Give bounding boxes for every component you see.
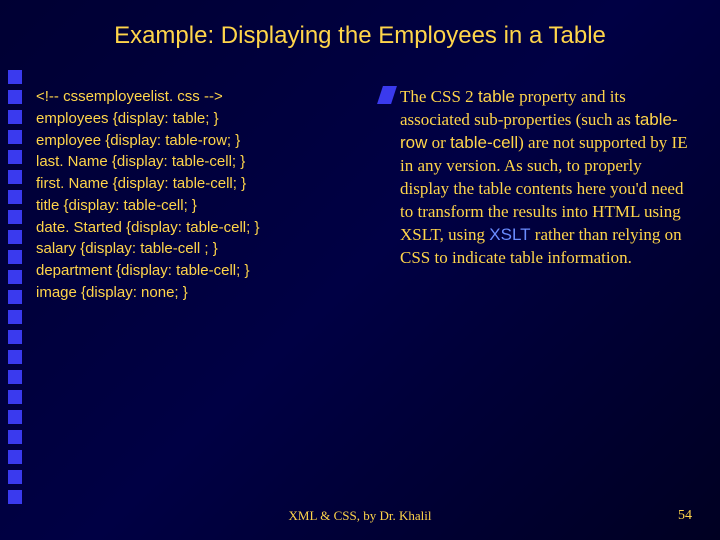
square-icon xyxy=(8,470,22,484)
body-column: The CSS 2 table property and its associa… xyxy=(400,86,690,270)
code-line: employees {display: table; } xyxy=(36,108,259,130)
slide-title: Example: Displaying the Employees in a T… xyxy=(0,22,720,50)
bullet-icon xyxy=(377,86,397,104)
square-icon xyxy=(8,390,22,404)
decorative-sidebar xyxy=(8,70,26,504)
square-icon xyxy=(8,130,22,144)
square-icon xyxy=(8,230,22,244)
square-icon xyxy=(8,110,22,124)
square-icon xyxy=(8,330,22,344)
square-icon xyxy=(8,70,22,84)
square-icon xyxy=(8,410,22,424)
highlight-term: XSLT xyxy=(489,225,530,244)
code-term: table xyxy=(478,87,515,106)
code-line: last. Name {display: table-cell; } xyxy=(36,151,259,173)
square-icon xyxy=(8,290,22,304)
code-line: employee {display: table-row; } xyxy=(36,130,259,152)
body-paragraph: The CSS 2 table property and its associa… xyxy=(400,86,690,270)
square-icon xyxy=(8,190,22,204)
page-number: 54 xyxy=(678,508,692,524)
square-icon xyxy=(8,450,22,464)
square-icon xyxy=(8,250,22,264)
square-icon xyxy=(8,170,22,184)
square-icon xyxy=(8,210,22,224)
code-line: title {display: table-cell; } xyxy=(36,195,259,217)
square-icon xyxy=(8,310,22,324)
code-term: table-cell xyxy=(450,133,518,152)
footer-caption: XML & CSS, by Dr. Khalil xyxy=(0,508,720,524)
code-line: department {display: table-cell; } xyxy=(36,260,259,282)
square-icon xyxy=(8,150,22,164)
code-line: <!-- cssemployeelist. css --> xyxy=(36,86,259,108)
css-code-block: <!-- cssemployeelist. css --> employees … xyxy=(36,86,259,304)
square-icon xyxy=(8,430,22,444)
code-line: date. Started {display: table-cell; } xyxy=(36,217,259,239)
code-line: image {display: none; } xyxy=(36,282,259,304)
square-icon xyxy=(8,350,22,364)
square-icon xyxy=(8,270,22,284)
text-run: The CSS 2 xyxy=(400,87,478,106)
text-run: or xyxy=(427,133,450,152)
code-line: first. Name {display: table-cell; } xyxy=(36,173,259,195)
code-line: salary {display: table-cell ; } xyxy=(36,238,259,260)
square-icon xyxy=(8,370,22,384)
square-icon xyxy=(8,490,22,504)
square-icon xyxy=(8,90,22,104)
